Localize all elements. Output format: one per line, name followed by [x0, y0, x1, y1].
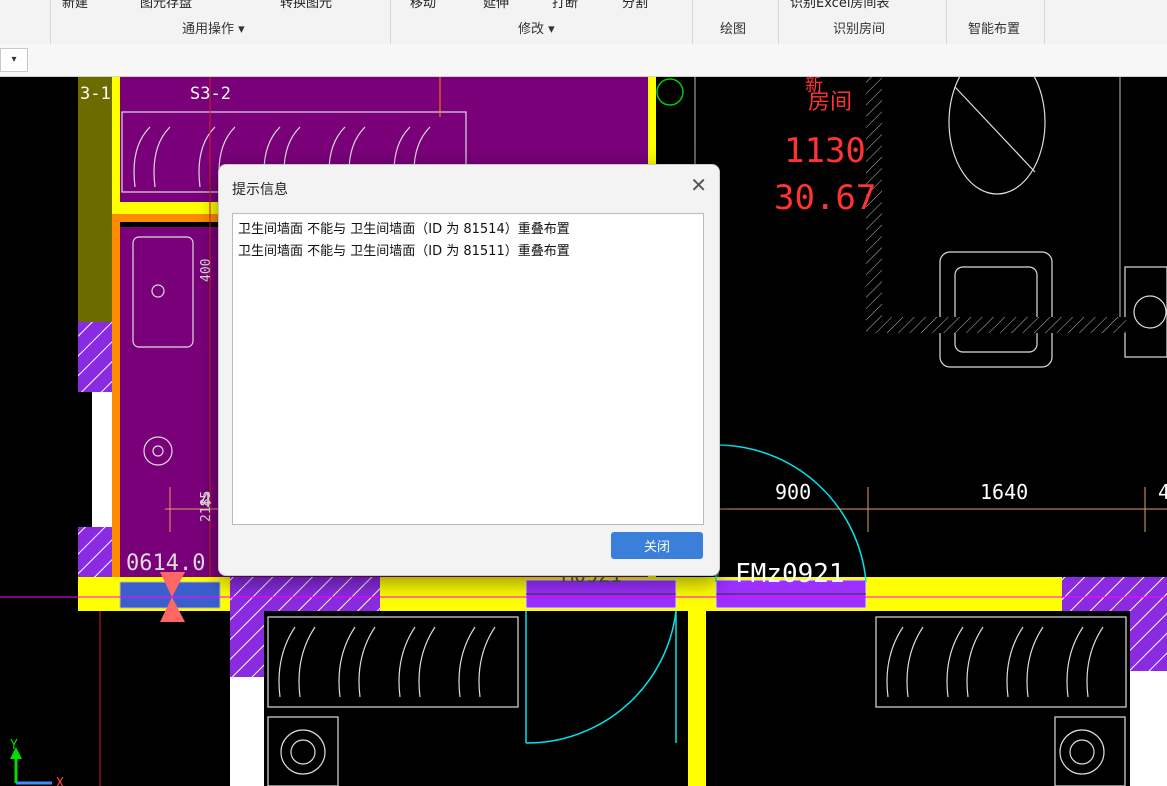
wall-hatch-left	[78, 322, 112, 392]
label-window-code: 0614.0	[126, 551, 205, 576]
label-room-code: 1130	[784, 131, 866, 171]
close-button[interactable]: 关闭	[611, 532, 703, 559]
sub-toolbar: ▾	[0, 44, 1167, 77]
ribbon-group-label-general[interactable]: 通用操作 ▾	[182, 18, 245, 37]
radiator-lower-left	[267, 616, 519, 708]
dialog-title: 提示信息	[232, 182, 288, 198]
axis-bubble	[656, 78, 684, 106]
label-dim-side-2: 400	[199, 259, 214, 282]
ribbon-group-draw: 绘图	[692, 0, 779, 44]
ribbon: 新建 图元存盘 转换图元 移动 延伸 打断 分割 识别Excel房间表 通用操作…	[0, 0, 1167, 45]
label-door-fm: FMz0921	[735, 559, 845, 589]
ribbon-group-label-recognize-room[interactable]: 识别房间	[833, 18, 885, 37]
label-dim-900: 900	[775, 480, 811, 504]
close-icon[interactable]: ✕	[690, 173, 707, 197]
label-room-area: 30.67	[774, 178, 876, 218]
info-dialog: 提示信息 ✕ 卫生间墙面 不能与 卫生间墙面（ID 为 81514）重叠布置 卫…	[218, 164, 720, 576]
hatch-top-right-h	[866, 317, 1126, 333]
ucs-icon	[10, 747, 52, 785]
label-3-1: 3-1	[80, 84, 111, 104]
label-s3-2: S3-2	[190, 84, 231, 104]
ribbon-group-modify: 修改 ▾	[390, 0, 693, 44]
olive-wall-strip	[78, 77, 112, 322]
wall-hatch-bottom-1	[230, 577, 380, 611]
label-axis-x: X	[56, 776, 64, 786]
message-box[interactable]: 卫生间墙面 不能与 卫生间墙面（ID 为 81514）重叠布置 卫生间墙面 不能…	[232, 213, 704, 525]
ribbon-group-label-modify[interactable]: 修改 ▾	[518, 18, 555, 37]
label-dim-side: 2185	[199, 491, 214, 522]
label-dim-4-right: 4	[1158, 480, 1167, 504]
floor-combo[interactable]: ▾	[0, 48, 28, 72]
ribbon-group-general: 通用操作 ▾	[50, 0, 391, 44]
ribbon-group-label-draw[interactable]: 绘图	[720, 18, 746, 37]
ribbon-group-left	[0, 0, 51, 44]
ribbon-group-smart-layout: 智能布置	[946, 0, 1045, 44]
wall-white-lower-right	[1130, 671, 1167, 786]
wall-hatch-bottom-2	[1062, 577, 1167, 611]
ribbon-group-label-smart-layout[interactable]: 智能布置	[968, 18, 1020, 37]
label-room-name: 房间	[808, 90, 852, 115]
label-dim-1640: 1640	[980, 480, 1028, 504]
message-line-1: 卫生间墙面 不能与 卫生间墙面（ID 为 81514）重叠布置	[238, 222, 570, 237]
radiator-lower-right	[875, 616, 1127, 708]
wall-white-lower-left	[230, 677, 264, 786]
wall-orange-left	[112, 222, 120, 582]
message-line-2: 卫生间墙面 不能与 卫生间墙面（ID 为 81511）重叠布置	[238, 244, 570, 259]
chevron-down-icon: ▾	[11, 54, 17, 65]
wall-yellow-lower-mid	[688, 611, 706, 786]
ribbon-group-recognize-room: 识别房间	[778, 0, 947, 44]
wall-hatch-lower-right	[1130, 611, 1167, 671]
